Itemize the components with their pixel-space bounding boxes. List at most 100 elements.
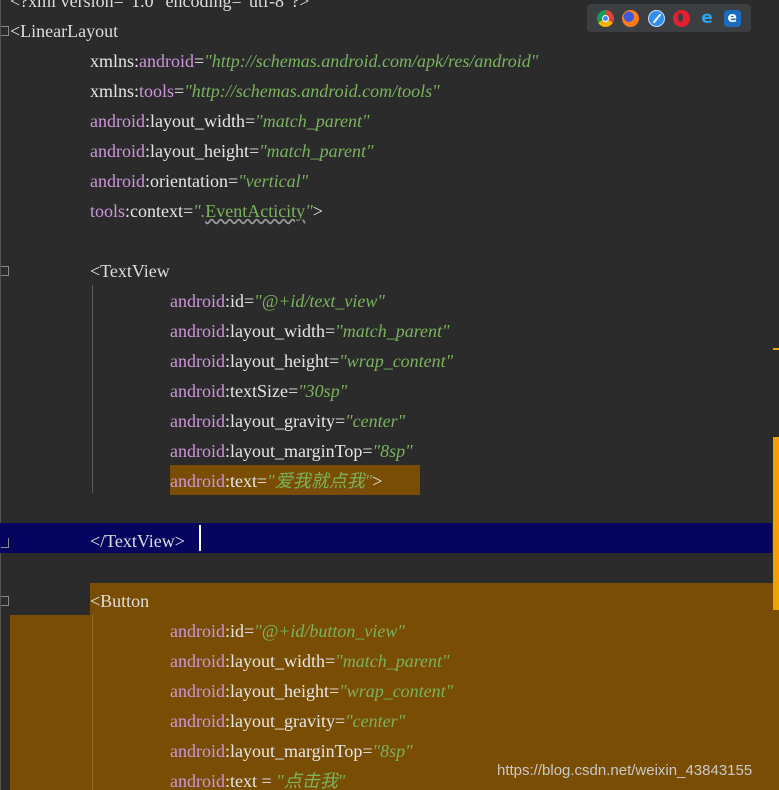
token-attr: :layout_marginTop= bbox=[224, 441, 373, 461]
token-val: "center" bbox=[345, 711, 406, 731]
token-val: " bbox=[305, 201, 313, 221]
token-bracket: </ bbox=[90, 531, 106, 551]
code-line-ll-layout-width[interactable]: android:layout_width="match_parent" bbox=[90, 106, 370, 136]
fold-marker[interactable] bbox=[1, 26, 9, 36]
token-val: "match_parent" bbox=[335, 651, 450, 671]
code-line-btn-layout-gravity[interactable]: android:layout_gravity="center" bbox=[170, 706, 405, 736]
code-line-xmlns-tools[interactable]: xmlns:tools="http://schemas.android.com/… bbox=[90, 76, 440, 106]
code-line-xml-decl[interactable]: <?xml version="1.0" encoding="utf-8"?> bbox=[10, 0, 309, 16]
edge-icon[interactable]: e bbox=[723, 9, 741, 27]
code-line-ll-orientation[interactable]: android:orientation="vertical" bbox=[90, 166, 308, 196]
selection-highlight bbox=[90, 583, 779, 615]
code-line-btn-id[interactable]: android:id="@+id/button_view" bbox=[170, 616, 405, 646]
token-ns: tools bbox=[139, 81, 175, 101]
token-tag: TextView bbox=[105, 531, 175, 551]
token-ns: android bbox=[170, 441, 225, 461]
code-line-tv-text-size[interactable]: android:textSize="30sp" bbox=[170, 376, 347, 406]
code-editor[interactable]: <?xml version="1.0" encoding="utf-8"?> <L… bbox=[0, 0, 779, 790]
code-line-xmlns-android[interactable]: xmlns:android="http://schemas.android.co… bbox=[90, 46, 538, 76]
safari-icon[interactable] bbox=[647, 9, 665, 27]
token-attr: :text = bbox=[224, 771, 277, 790]
code-line-tv-layout-margin-top[interactable]: android:layout_marginTop="8sp" bbox=[170, 436, 413, 466]
token-ns: android bbox=[170, 681, 225, 701]
token-val: "match_parent" bbox=[255, 111, 370, 131]
token-ns: android bbox=[139, 51, 195, 71]
token-val: "爱我就点我" bbox=[267, 471, 373, 491]
token-val: "8sp" bbox=[372, 741, 413, 761]
internet-explorer-icon[interactable]: e bbox=[698, 9, 715, 27]
token-val: "@+id/text_view" bbox=[254, 291, 385, 311]
code-line-tv-id[interactable]: android:id="@+id/text_view" bbox=[170, 286, 385, 316]
code-line-btn-layout-width[interactable]: android:layout_width="match_parent" bbox=[170, 646, 450, 676]
token-val: "match_parent" bbox=[259, 141, 374, 161]
token-attr: :layout_gravity= bbox=[224, 411, 346, 431]
token-tag: TextView bbox=[100, 261, 170, 281]
token-bracket: < bbox=[90, 591, 101, 611]
token-val: "match_parent" bbox=[335, 321, 450, 341]
token-val: "wrap_content" bbox=[339, 681, 454, 701]
token-ns: android bbox=[170, 741, 225, 761]
fold-end-marker[interactable] bbox=[1, 538, 9, 548]
code-line-tv-layout-width[interactable]: android:layout_width="match_parent" bbox=[170, 316, 450, 346]
token-bracket: > bbox=[372, 471, 383, 491]
token-bracket: < bbox=[10, 21, 21, 41]
token-val: "30sp" bbox=[298, 381, 348, 401]
token-val: "8sp" bbox=[372, 441, 413, 461]
token-bracket: < bbox=[90, 261, 101, 281]
token-attr: :layout_height= bbox=[144, 141, 260, 161]
indent-guide bbox=[92, 285, 93, 493]
token-tag: <?xml version="1.0" encoding="utf-8"?> bbox=[10, 0, 310, 11]
token-val: ". bbox=[193, 201, 206, 221]
browser-preview-bar: e e bbox=[587, 4, 751, 32]
token-attr: :id= bbox=[224, 291, 255, 311]
token-attr: :textSize= bbox=[224, 381, 299, 401]
code-line-ll-tools-context[interactable]: tools:context=".EventActicity"> bbox=[90, 196, 323, 226]
chrome-icon[interactable] bbox=[597, 9, 615, 27]
token-ns: android bbox=[170, 381, 225, 401]
token-val: "center" bbox=[345, 411, 406, 431]
token-bracket: > bbox=[174, 531, 185, 551]
token-attr: :layout_width= bbox=[144, 111, 256, 131]
token-tag: Button bbox=[100, 591, 150, 611]
token-val: "vertical" bbox=[238, 171, 309, 191]
code-line-button-open[interactable]: <Button bbox=[90, 586, 149, 616]
token-bracket: > bbox=[312, 201, 323, 221]
scrollbar-marker bbox=[773, 437, 779, 610]
opera-icon[interactable] bbox=[673, 9, 691, 27]
code-line-ll-layout-height[interactable]: android:layout_height="match_parent" bbox=[90, 136, 374, 166]
code-line-tv-layout-height[interactable]: android:layout_height="wrap_content" bbox=[170, 346, 453, 376]
token-tag: LinearLayout bbox=[20, 21, 119, 41]
token-attr: :layout_marginTop= bbox=[224, 741, 373, 761]
token-val: "http://schemas.android.com/apk/res/andr… bbox=[204, 51, 539, 71]
token-ns: android bbox=[170, 621, 225, 641]
token-ns: android bbox=[170, 321, 225, 341]
token-attr: :layout_gravity= bbox=[224, 711, 346, 731]
scrollbar-marker bbox=[773, 348, 779, 350]
token-val: "http://schemas.android.com/tools" bbox=[184, 81, 440, 101]
token-ns: android bbox=[90, 111, 145, 131]
token-val: "点击我" bbox=[276, 771, 346, 790]
text-caret bbox=[199, 525, 201, 551]
token-attr: = bbox=[194, 51, 205, 71]
code-line-tv-text[interactable]: android:text="爱我就点我"> bbox=[170, 466, 382, 496]
token-ns: android bbox=[170, 711, 225, 731]
fold-marker[interactable] bbox=[1, 266, 9, 276]
token-attr: :context= bbox=[125, 201, 194, 221]
token-attr: :orientation= bbox=[144, 171, 239, 191]
code-line-textview-open[interactable]: <TextView bbox=[90, 256, 170, 286]
code-line-tv-layout-gravity[interactable]: android:layout_gravity="center" bbox=[170, 406, 405, 436]
token-ns: android bbox=[170, 291, 225, 311]
indent-guide bbox=[92, 615, 93, 790]
token-attr: = bbox=[174, 81, 185, 101]
token-val: "@+id/button_view" bbox=[254, 621, 405, 641]
token-ns: android bbox=[170, 411, 225, 431]
code-line-btn-text[interactable]: android:text = "点击我" bbox=[170, 766, 345, 790]
token-ns: android bbox=[170, 351, 225, 371]
token-ns: tools bbox=[90, 201, 126, 221]
firefox-icon[interactable] bbox=[622, 9, 640, 27]
code-line-btn-layout-height[interactable]: android:layout_height="wrap_content" bbox=[170, 676, 453, 706]
code-line-textview-close[interactable]: </TextView> bbox=[90, 526, 185, 556]
fold-marker[interactable] bbox=[1, 596, 9, 606]
code-line-btn-layout-margin-top[interactable]: android:layout_marginTop="8sp" bbox=[170, 736, 413, 766]
code-line-linearlayout-open[interactable]: <LinearLayout bbox=[10, 16, 118, 46]
